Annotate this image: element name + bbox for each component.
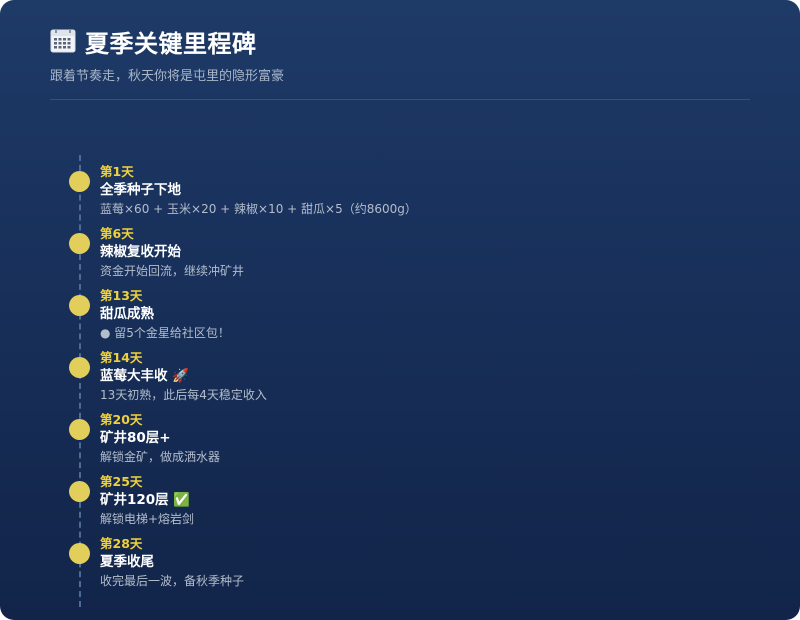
milestone-item: 第25天 矿井120层 ✅ 解锁电梯+熔岩剑 xyxy=(0,474,800,536)
milestone-dot xyxy=(69,357,90,378)
milestone-day: 第6天 xyxy=(100,226,134,241)
milestone-desc: ● 留5个金星给社区包！ xyxy=(100,326,230,340)
milestone-title: 夏季收尾 xyxy=(100,554,154,570)
milestone-desc: 蓝莓×60 + 玉米×20 + 辣椒×10 + 甜瓜×5（约8600g） xyxy=(100,202,417,216)
milestone-dot xyxy=(69,419,90,440)
milestone-dot xyxy=(69,233,90,254)
milestone-item: 第28天 夏季收尾 收完最后一波，备秋季种子 xyxy=(0,536,800,598)
milestone-dot xyxy=(69,295,90,316)
milestone-day: 第20天 xyxy=(100,412,143,427)
milestone-item: 第20天 矿井80层+ 解锁金矿，做成洒水器 xyxy=(0,412,800,474)
milestones-card: 夏季关键里程碑 跟着节奏走，秋天你将是屯里的隐形富豪 第1天 全季种子下地 蓝莓… xyxy=(0,0,800,620)
milestone-text: 第1天 全季种子下地 蓝莓×60 + 玉米×20 + 辣椒×10 + 甜瓜×5（… xyxy=(100,164,760,218)
milestone-dot xyxy=(69,543,90,564)
milestone-dot xyxy=(69,481,90,502)
milestone-title: 辣椒复收开始 xyxy=(100,244,181,260)
milestone-day: 第13天 xyxy=(100,288,143,303)
milestone-text: 第6天 辣椒复收开始 资金开始回流，继续冲矿井 xyxy=(100,226,760,280)
milestone-title: 甜瓜成熟 xyxy=(100,306,154,322)
milestone-text: 第28天 夏季收尾 收完最后一波，备秋季种子 xyxy=(100,536,760,590)
timeline: 第1天 全季种子下地 蓝莓×60 + 玉米×20 + 辣椒×10 + 甜瓜×5（… xyxy=(0,0,800,620)
milestone-item: 第6天 辣椒复收开始 资金开始回流，继续冲矿井 xyxy=(0,226,800,288)
milestone-day: 第25天 xyxy=(100,474,143,489)
milestone-item: 第1天 全季种子下地 蓝莓×60 + 玉米×20 + 辣椒×10 + 甜瓜×5（… xyxy=(0,164,800,226)
milestone-item: 第13天 甜瓜成熟 ● 留5个金星给社区包！ xyxy=(0,288,800,350)
milestone-text: 第14天 蓝莓大丰收 🚀 13天初熟，此后每4天稳定收入 xyxy=(100,350,760,404)
milestone-title: 蓝莓大丰收 🚀 xyxy=(100,368,190,384)
milestone-day: 第28天 xyxy=(100,536,143,551)
milestone-desc: 13天初熟，此后每4天稳定收入 xyxy=(100,388,267,402)
milestone-title: 矿井80层+ xyxy=(100,430,171,446)
milestone-title: 全季种子下地 xyxy=(100,182,181,198)
milestone-text: 第20天 矿井80层+ 解锁金矿，做成洒水器 xyxy=(100,412,760,466)
milestone-day: 第1天 xyxy=(100,164,134,179)
milestone-text: 第13天 甜瓜成熟 ● 留5个金星给社区包！ xyxy=(100,288,760,342)
milestone-item: 第14天 蓝莓大丰收 🚀 13天初熟，此后每4天稳定收入 xyxy=(0,350,800,412)
milestone-desc: 解锁电梯+熔岩剑 xyxy=(100,512,195,526)
milestone-dot xyxy=(69,171,90,192)
milestone-text: 第25天 矿井120层 ✅ 解锁电梯+熔岩剑 xyxy=(100,474,760,528)
milestone-title: 矿井120层 ✅ xyxy=(100,492,191,508)
milestone-desc: 收完最后一波，备秋季种子 xyxy=(100,574,245,588)
milestone-desc: 解锁金矿，做成洒水器 xyxy=(100,450,221,464)
milestone-day: 第14天 xyxy=(100,350,143,365)
milestone-desc: 资金开始回流，继续冲矿井 xyxy=(100,264,245,278)
